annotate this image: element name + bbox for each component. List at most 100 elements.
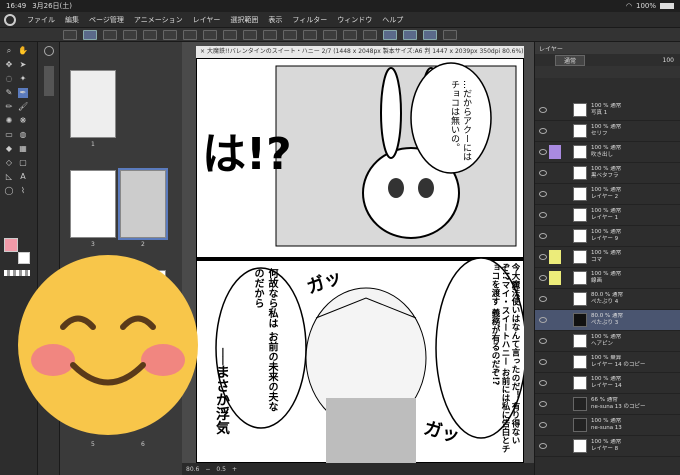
- object-icon[interactable]: ➤: [18, 60, 28, 70]
- layer-row[interactable]: 100 % 乗算 レイヤー 14 のコピー: [535, 352, 680, 373]
- expand-selection-icon[interactable]: [323, 29, 337, 40]
- blend-icon[interactable]: ◍: [18, 130, 28, 140]
- clear-icon[interactable]: [203, 29, 217, 40]
- gradient-icon[interactable]: ▦: [18, 144, 28, 154]
- layer-row-selected[interactable]: 80.0 % 通常 ぺたぶり 3: [535, 310, 680, 331]
- eye-icon[interactable]: [539, 275, 547, 281]
- layer-row[interactable]: 100 % 通常 黒ベタフラ: [535, 163, 680, 184]
- menu-file[interactable]: ファイル: [27, 15, 55, 25]
- zoom-out-icon[interactable]: −: [205, 466, 210, 473]
- menu-icon[interactable]: [63, 29, 77, 40]
- frame-icon[interactable]: ▢: [18, 158, 28, 168]
- shrink-selection-icon[interactable]: [343, 29, 357, 40]
- page-thumb-2[interactable]: [118, 168, 168, 240]
- eye-icon[interactable]: [539, 296, 547, 302]
- snap-ruler-icon[interactable]: [383, 29, 397, 40]
- eraser-icon[interactable]: ▭: [4, 130, 14, 140]
- layer-row[interactable]: 100 % 通常 写真 1: [535, 100, 680, 121]
- quick-access-icon[interactable]: [83, 29, 97, 40]
- hand-icon[interactable]: ✋: [18, 46, 28, 56]
- ruler-icon[interactable]: [363, 29, 377, 40]
- layer-row[interactable]: 100 % 通常 レイヤー 1: [535, 205, 680, 226]
- layer-row[interactable]: 100 % 通常 セリフ: [535, 121, 680, 142]
- layer-row[interactable]: 100 % 通常 ne-suna 13: [535, 415, 680, 436]
- menu-selection[interactable]: 選択範囲: [230, 15, 258, 25]
- eye-icon[interactable]: [539, 191, 547, 197]
- app-logo-icon[interactable]: [4, 13, 16, 26]
- eye-icon[interactable]: [539, 401, 547, 407]
- eye-icon[interactable]: [539, 380, 547, 386]
- text-icon[interactable]: A: [18, 172, 28, 182]
- figure-icon[interactable]: ◇: [4, 158, 14, 168]
- layer-row[interactable]: 100 % 通常 線画: [535, 268, 680, 289]
- menu-layer[interactable]: レイヤー: [193, 15, 221, 25]
- page-thumb-3[interactable]: [70, 170, 116, 238]
- opacity-value[interactable]: 100: [663, 57, 674, 64]
- zoom-icon[interactable]: ⌕: [4, 46, 14, 56]
- new-file-icon[interactable]: [103, 29, 117, 40]
- invert-selection-icon[interactable]: [303, 29, 317, 40]
- menu-view[interactable]: 表示: [268, 15, 282, 25]
- snap-grid-icon[interactable]: [423, 29, 437, 40]
- pencil-icon[interactable]: ✏: [4, 102, 14, 112]
- step-value[interactable]: 0.5: [216, 466, 226, 473]
- menu-animation[interactable]: アニメーション: [134, 15, 183, 25]
- balloon-icon[interactable]: ◯: [4, 186, 14, 196]
- save-icon[interactable]: [143, 29, 157, 40]
- transform-icon[interactable]: [243, 29, 257, 40]
- layer-row[interactable]: 100 % 通常 レイヤー 9: [535, 226, 680, 247]
- undo-icon[interactable]: [163, 29, 177, 40]
- brush-icon[interactable]: 🖌: [18, 102, 28, 112]
- ruler-tool-icon[interactable]: ◺: [4, 172, 14, 182]
- layer-row[interactable]: 100 % 通常 コマ: [535, 247, 680, 268]
- snap-special-ruler-icon[interactable]: [403, 29, 417, 40]
- menu-filter[interactable]: フィルター: [292, 15, 327, 25]
- brush-size-icon[interactable]: [44, 46, 54, 56]
- layer-row[interactable]: 100 % 通常 レイヤー 8: [535, 436, 680, 457]
- eye-icon[interactable]: [539, 170, 547, 176]
- eye-icon[interactable]: [539, 107, 547, 113]
- zoom-in-icon[interactable]: +: [232, 466, 237, 473]
- deselect-icon[interactable]: [263, 29, 277, 40]
- zoom-value[interactable]: 80.6: [186, 466, 199, 473]
- fill-icon[interactable]: [223, 29, 237, 40]
- airbrush-icon[interactable]: ✺: [4, 116, 14, 126]
- close-icon[interactable]: ×: [200, 48, 207, 55]
- layer-row[interactable]: 100 % 通常 レイヤー 2: [535, 184, 680, 205]
- layer-row[interactable]: 100 % 通常 吹き出し: [535, 142, 680, 163]
- eye-icon[interactable]: [539, 254, 547, 260]
- crop-icon[interactable]: [283, 29, 297, 40]
- main-color-swatch[interactable]: [4, 238, 18, 252]
- pen-icon[interactable]: ✒: [18, 88, 28, 98]
- open-file-icon[interactable]: [123, 29, 137, 40]
- menu-edit[interactable]: 編集: [65, 15, 79, 25]
- eye-icon[interactable]: [539, 128, 547, 134]
- decoration-icon[interactable]: ❋: [18, 116, 28, 126]
- screen-mode-icon[interactable]: [443, 29, 457, 40]
- manga-canvas[interactable]: …だからアクーには チョコは無いの。 は!? ガッ 今大魔法使いはなんて言ったの…: [196, 58, 524, 463]
- eye-icon[interactable]: [539, 149, 547, 155]
- redo-icon[interactable]: [183, 29, 197, 40]
- menu-page[interactable]: ページ管理: [89, 15, 124, 25]
- blend-mode-select[interactable]: 通常: [555, 54, 586, 66]
- layer-row[interactable]: 66 % 通常 ne-suna 13 のコピー: [535, 394, 680, 415]
- correct-line-icon[interactable]: ⌇: [18, 186, 28, 196]
- lasso-icon[interactable]: ◌: [4, 74, 14, 84]
- fill-tool-icon[interactable]: ◆: [4, 144, 14, 154]
- layer-row[interactable]: 80.0 % 通常 ぺたぶり 4: [535, 289, 680, 310]
- eye-icon[interactable]: [539, 233, 547, 239]
- menu-help[interactable]: ヘルプ: [382, 15, 403, 25]
- eyedropper-icon[interactable]: ✎: [4, 88, 14, 98]
- page-thumb-1[interactable]: [70, 70, 116, 138]
- layer-row[interactable]: 100 % 通常 レイヤー 14: [535, 373, 680, 394]
- eye-icon[interactable]: [539, 359, 547, 365]
- eye-icon[interactable]: [539, 338, 547, 344]
- eye-icon[interactable]: [539, 212, 547, 218]
- menu-window[interactable]: ウィンドウ: [337, 15, 372, 25]
- sub-tool-icon[interactable]: [44, 66, 54, 96]
- eye-icon[interactable]: [539, 422, 547, 428]
- document-tab[interactable]: × 大魔鉄!!バレンタインのスイート・ハニー 2/7 (1448 x 2048p…: [196, 46, 524, 58]
- layer-tab[interactable]: レイヤー: [535, 42, 680, 54]
- eye-icon[interactable]: [539, 443, 547, 449]
- layer-row[interactable]: 100 % 通常 ヘアピン: [535, 331, 680, 352]
